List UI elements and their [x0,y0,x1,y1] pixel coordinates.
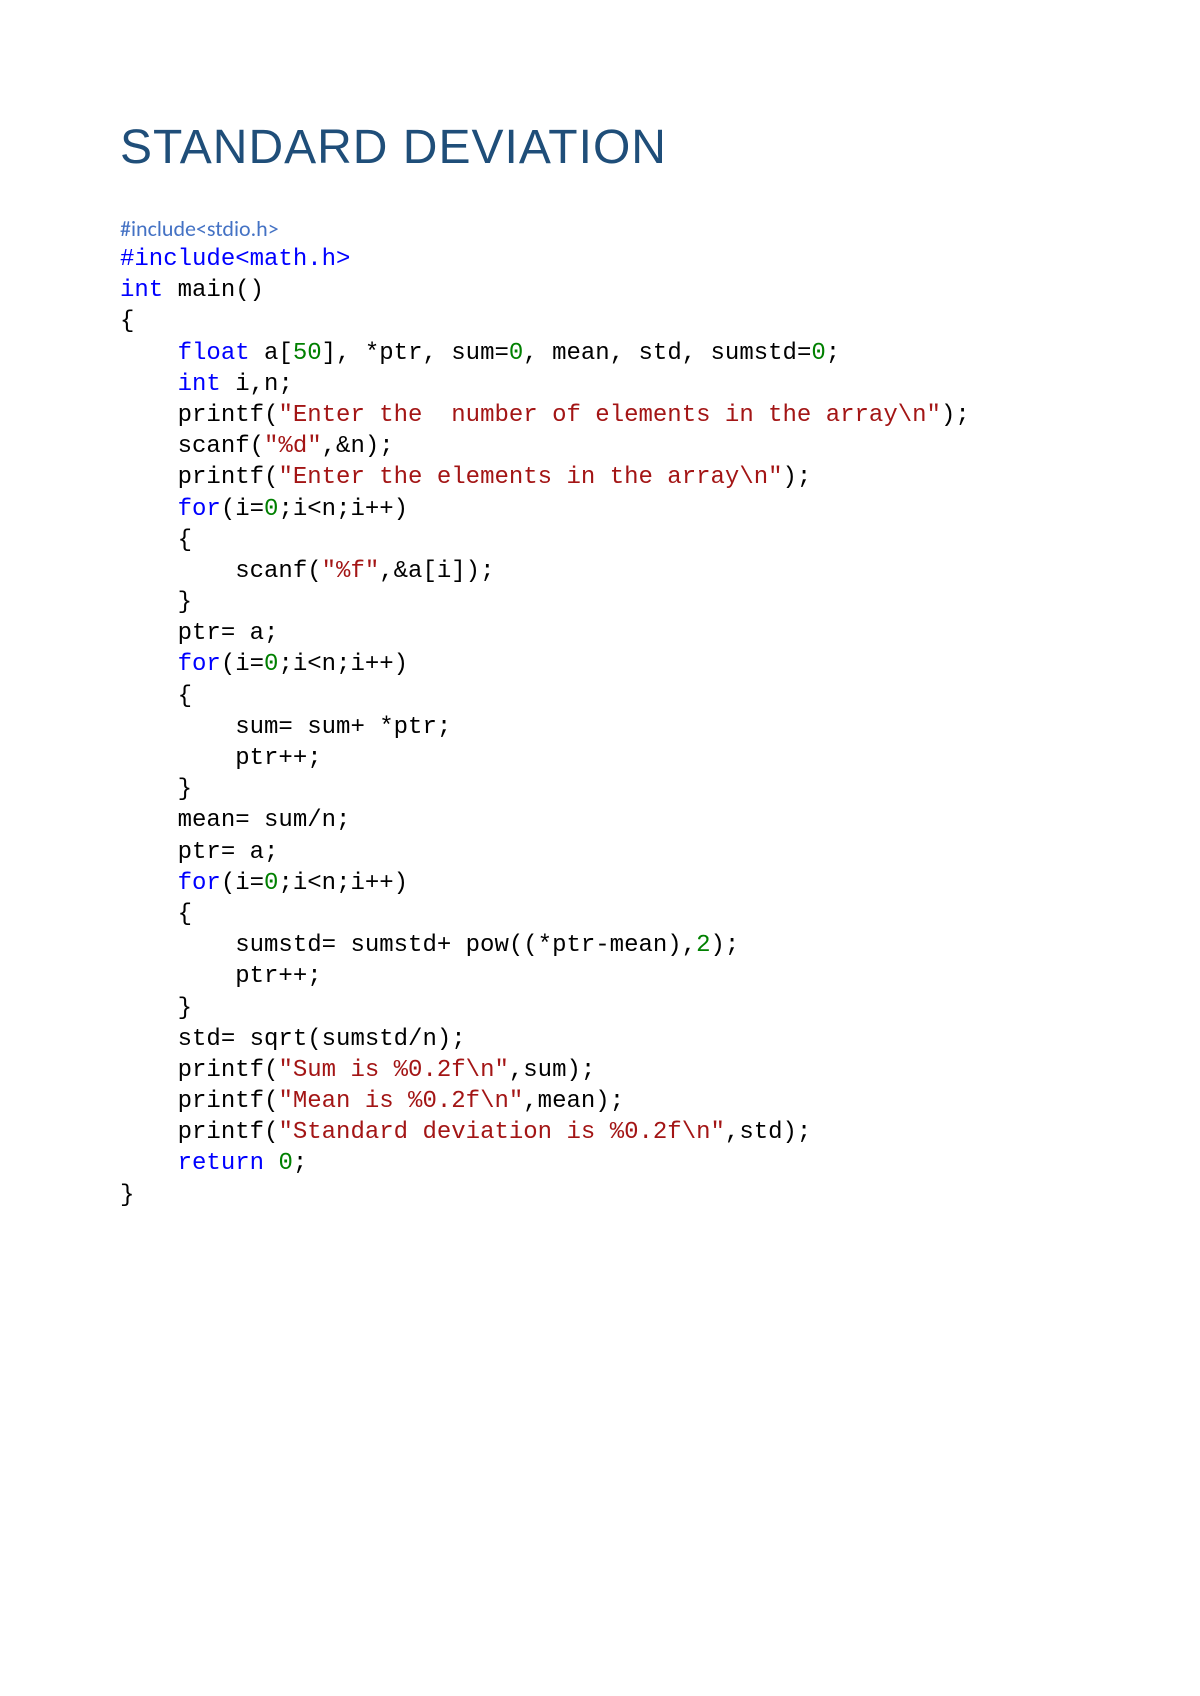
code-token: a[ [250,340,293,367]
code-token: ; [293,1150,307,1177]
code-token: ,sum); [509,1057,595,1084]
code-token: 0 [811,340,825,367]
code-token: 2 [696,932,710,959]
code-token: ; [826,340,840,367]
code-token: int [120,277,163,304]
code-token: "Enter the number of elements in the arr… [278,402,941,429]
code-token: { [120,308,134,335]
code-token: main() [163,277,264,304]
code-token: (i= [221,496,264,523]
code-token: "%d" [264,433,322,460]
document-title: STANDARD DEVIATION [120,120,1100,175]
code-token: } [120,589,192,616]
code-token: i,n; [221,371,293,398]
code-token: printf( [120,1119,278,1146]
code-token [120,1150,178,1177]
code-token: return [178,1150,264,1177]
code-token: ,&n); [322,433,394,460]
code-token: int [178,371,221,398]
code-token: "%f" [322,558,380,585]
code-token: ptr= a; [120,839,278,866]
code-token: ,&a[i]); [379,558,494,585]
code-token: for [178,870,221,897]
code-token: ); [783,464,812,491]
code-token: ,std); [725,1119,811,1146]
code-token: 50 [293,340,322,367]
code-token: ,mean); [523,1088,624,1115]
code-token: sumstd= sumstd+ pow((*ptr-mean), [120,932,696,959]
code-token: "Sum is %0.2f\n" [278,1057,508,1084]
code-token: printf( [120,402,278,429]
code-token: { [120,683,192,710]
code-token: printf( [120,1088,278,1115]
code-token: ptr= a; [120,620,278,647]
code-token: ptr++; [120,745,322,772]
code-token: for [178,496,221,523]
code-token [120,870,178,897]
code-token: scanf( [120,433,264,460]
code-token: sum= sum+ *ptr; [120,714,451,741]
code-block: #include<math.h> int main() { float a[50… [120,244,1100,1211]
code-token: mean= sum/n; [120,807,350,834]
code-token: ;i<n;i++) [278,870,408,897]
code-token: float [178,340,250,367]
code-token: printf( [120,1057,278,1084]
code-token: } [120,776,192,803]
code-token: (i= [221,870,264,897]
code-token: "Mean is %0.2f\n" [278,1088,523,1115]
code-token: ;i<n;i++) [278,496,408,523]
code-token [120,496,178,523]
code-token: 0 [509,340,523,367]
code-token [264,1150,278,1177]
code-token: (i= [221,651,264,678]
code-token: } [120,995,192,1022]
include-stdio-subtitle: #include<stdio.h> [120,215,1100,242]
code-token: ptr++; [120,963,322,990]
code-token: ], *ptr, sum= [322,340,509,367]
code-token: "Standard deviation is %0.2f\n" [278,1119,724,1146]
code-token: { [120,901,192,928]
code-token [120,651,178,678]
code-token: 0 [264,870,278,897]
code-token: #include<math.h> [120,246,350,273]
code-token: 0 [278,1150,292,1177]
code-token: for [178,651,221,678]
code-token [120,340,178,367]
code-token: scanf( [120,558,322,585]
code-token: 0 [264,651,278,678]
code-token: ); [711,932,740,959]
code-token: ;i<n;i++) [278,651,408,678]
code-token: "Enter the elements in the array\n" [278,464,782,491]
code-token: , mean, std, sumstd= [523,340,811,367]
code-token [120,371,178,398]
code-token: ); [941,402,970,429]
code-token: printf( [120,464,278,491]
code-token: std= sqrt(sumstd/n); [120,1026,466,1053]
code-token: { [120,527,192,554]
code-token: } [120,1182,134,1209]
code-token: 0 [264,496,278,523]
